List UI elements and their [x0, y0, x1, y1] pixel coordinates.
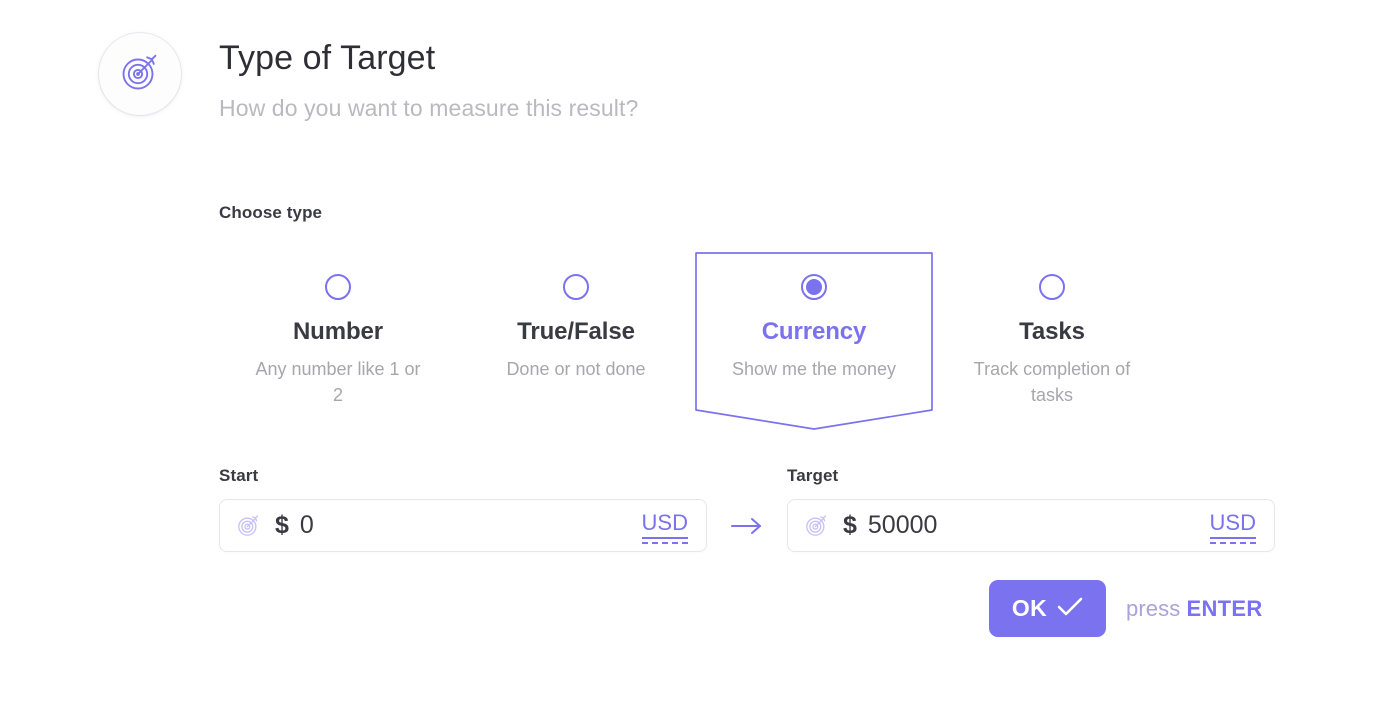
- target-currency-code[interactable]: USD: [1210, 512, 1256, 539]
- target-icon: [803, 512, 830, 539]
- press-enter-key: ENTER: [1187, 596, 1263, 621]
- radio-tasks[interactable]: [1039, 274, 1065, 300]
- option-currency-title: Currency: [762, 318, 867, 346]
- start-currency-symbol: $: [275, 513, 289, 538]
- option-currency[interactable]: Currency Show me the money: [695, 252, 933, 408]
- option-tasks-desc: Track completion of tasks: [962, 356, 1142, 408]
- press-enter-prefix: press: [1126, 596, 1180, 621]
- header-text-block: Type of Target How do you want to measur…: [219, 33, 638, 122]
- target-type-dialog: Type of Target How do you want to measur…: [0, 0, 1400, 724]
- target-icon: [117, 49, 163, 100]
- arrow-right-icon: [707, 516, 787, 536]
- choose-type-label: Choose type: [219, 203, 322, 223]
- ok-button[interactable]: OK: [989, 580, 1106, 637]
- option-true-false[interactable]: True/False Done or not done: [457, 252, 695, 408]
- option-currency-desc: Show me the money: [732, 356, 896, 382]
- option-number-desc: Any number like 1 or 2: [248, 356, 428, 408]
- option-number[interactable]: Number Any number like 1 or 2: [219, 252, 457, 408]
- option-true-false-desc: Done or not done: [506, 356, 645, 382]
- check-icon: [1057, 597, 1083, 620]
- target-currency-symbol: $: [843, 513, 857, 538]
- option-true-false-title: True/False: [517, 318, 635, 346]
- target-icon: [235, 512, 262, 539]
- radio-currency[interactable]: [801, 274, 827, 300]
- radio-number[interactable]: [325, 274, 351, 300]
- page-subtitle: How do you want to measure this result?: [219, 94, 638, 123]
- start-currency-code[interactable]: USD: [642, 512, 688, 539]
- start-value-input[interactable]: $ 0 USD: [219, 499, 707, 552]
- page-title: Type of Target: [219, 37, 638, 80]
- target-value-input[interactable]: $ 50000 USD: [787, 499, 1275, 552]
- field-row: $ 0 USD: [219, 499, 1275, 552]
- option-tasks-title: Tasks: [1019, 318, 1085, 346]
- field-labels: Start Target: [219, 466, 1275, 492]
- target-value[interactable]: 50000: [868, 513, 1210, 538]
- dialog-header: Type of Target How do you want to measur…: [99, 33, 638, 122]
- dialog-actions: OK press ENTER: [989, 580, 1263, 637]
- value-fields: Start Target $ 0 USD: [219, 466, 1275, 552]
- ok-button-label: OK: [1012, 597, 1047, 620]
- radio-true-false[interactable]: [563, 274, 589, 300]
- target-label: Target: [787, 466, 838, 486]
- press-enter-hint: press ENTER: [1126, 596, 1263, 622]
- start-value[interactable]: 0: [300, 513, 642, 538]
- header-icon-badge: [99, 33, 181, 115]
- option-number-title: Number: [293, 318, 383, 346]
- type-options-group: Number Any number like 1 or 2 True/False…: [219, 252, 1219, 408]
- option-tasks[interactable]: Tasks Track completion of tasks: [933, 252, 1171, 408]
- start-label: Start: [219, 466, 258, 486]
